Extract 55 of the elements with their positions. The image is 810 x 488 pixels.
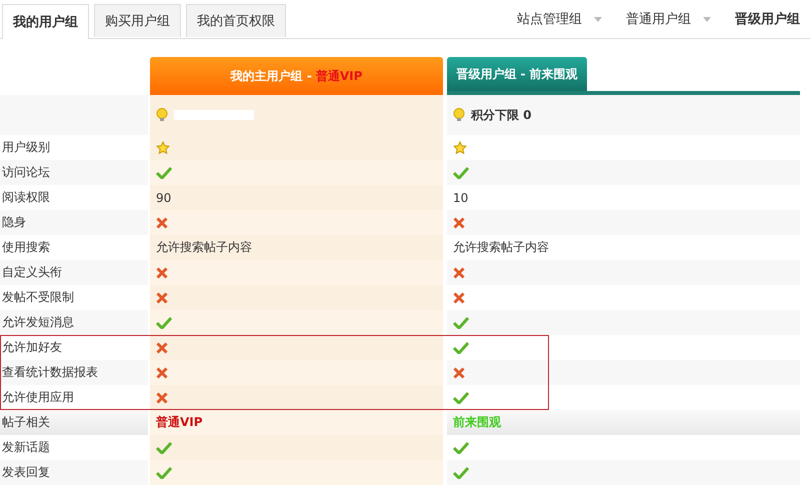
- check-icon: [453, 166, 469, 179]
- cross-icon: [453, 266, 465, 278]
- check-icon: [453, 466, 469, 479]
- cross-icon: [156, 366, 168, 378]
- cross-icon: [156, 292, 168, 304]
- permission-label: 发新话题: [1, 439, 50, 456]
- cell-text: 前来围观: [453, 414, 501, 431]
- cross-icon: [453, 216, 465, 228]
- tab[interactable]: 我的首页权限: [186, 4, 286, 37]
- permission-label: 查看统计数据报表: [1, 364, 98, 381]
- cell-text: 10: [453, 190, 468, 204]
- cross-icon: [156, 392, 168, 404]
- light-bulb-icon: [453, 108, 465, 122]
- star-icon: [453, 140, 467, 154]
- permission-label: 使用搜索: [1, 239, 50, 256]
- caret-icon: [703, 16, 711, 22]
- permission-label: 发帖不受限制: [1, 289, 74, 306]
- check-icon: [453, 391, 469, 404]
- permission-label: 允许使用应用: [1, 389, 74, 406]
- permission-label: 阅读权限: [1, 189, 50, 206]
- check-icon: [156, 466, 172, 479]
- permission-label: 用户级别: [1, 139, 50, 156]
- cross-icon: [156, 266, 168, 278]
- points-threshold: 积分下限 0: [471, 106, 532, 124]
- cross-icon: [453, 292, 465, 304]
- cross-icon: [156, 342, 168, 354]
- permission-label: 允许加好友: [1, 339, 62, 356]
- check-icon: [156, 441, 172, 454]
- check-icon: [453, 316, 469, 329]
- light-bulb-icon: [156, 108, 168, 122]
- star-icon: [156, 140, 170, 154]
- permission-label: 允许发短消息: [1, 314, 74, 331]
- permission-label: 访问论坛: [1, 164, 50, 181]
- cell-text: 允许搜索帖子内容: [453, 239, 549, 256]
- tab[interactable]: 我的用户组: [2, 4, 89, 39]
- caret-icon: [594, 16, 602, 22]
- check-icon: [453, 341, 469, 354]
- permission-label: 自定义头衔: [1, 264, 62, 281]
- cross-icon: [453, 366, 465, 378]
- cross-icon: [156, 216, 168, 228]
- check-icon: [156, 316, 172, 329]
- cell-text: 普通VIP: [156, 414, 203, 431]
- tab[interactable]: 购买用户组: [94, 4, 181, 37]
- permission-label: 发表回复: [1, 464, 50, 481]
- group-link[interactable]: 晋级用户组: [735, 10, 800, 28]
- column-header: 我的主用户组 - 普通VIP: [150, 57, 443, 95]
- permission-label: 隐身: [1, 214, 26, 231]
- column-header: 晋级用户组 - 前来围观: [447, 57, 587, 91]
- permission-label: 帖子相关: [1, 414, 50, 431]
- group-link[interactable]: 普通用户组: [626, 10, 711, 28]
- cell-text: 允许搜索帖子内容: [156, 239, 252, 256]
- cell-text: 90: [156, 190, 172, 204]
- check-icon: [453, 441, 469, 454]
- check-icon: [156, 166, 172, 179]
- group-link[interactable]: 站点管理组: [517, 10, 602, 28]
